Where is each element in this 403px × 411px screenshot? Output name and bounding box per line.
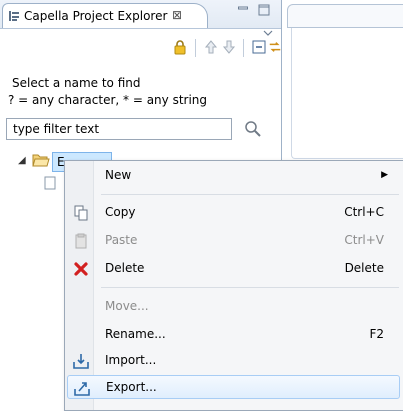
menu-item-shortcut: Delete — [344, 261, 384, 275]
export-icon — [74, 382, 90, 396]
filter-text-input[interactable]: type filter text — [6, 118, 232, 140]
menu-separator — [101, 287, 399, 288]
expand-arrow-icon[interactable]: ◢ — [18, 155, 26, 166]
menu-item-new[interactable]: New ▶ — [67, 164, 400, 188]
open-folder-icon — [32, 154, 50, 167]
editor-pane — [291, 28, 403, 159]
project-explorer-tab[interactable]: Capella Project Explorer ⊠ — [2, 3, 208, 28]
menu-item-shortcut: Ctrl+V — [344, 233, 384, 247]
project-explorer-icon — [9, 11, 19, 21]
menu-item-shortcut: Ctrl+C — [344, 205, 384, 219]
view-menu-icon[interactable] — [262, 28, 274, 38]
toolbar-separator — [243, 39, 244, 57]
link-with-editor-icon[interactable] — [268, 39, 282, 55]
context-menu: New ▶ Copy Ctrl+C Paste Ctrl+V Delete De… — [64, 160, 403, 411]
navigate-down-icon[interactable] — [221, 39, 237, 55]
toolbar-separator — [195, 39, 196, 57]
delete-icon — [74, 262, 88, 276]
menu-separator — [101, 194, 399, 195]
menu-item-copy[interactable]: Copy Ctrl+C — [67, 201, 400, 225]
submenu-arrow-icon: ▶ — [381, 170, 388, 180]
close-icon[interactable]: ⊠ — [172, 8, 182, 22]
menu-item-import[interactable]: Import... — [67, 349, 400, 373]
menu-item-rename[interactable]: Rename... F2 — [67, 323, 400, 347]
model-file-icon — [44, 176, 56, 190]
filter-legend: Select a name to find — [12, 76, 141, 90]
menu-item-shortcut: F2 — [369, 327, 384, 341]
menu-item-label: Rename... — [105, 327, 166, 341]
menu-item-label: New — [105, 168, 132, 182]
view-tab-strip: Capella Project Explorer ⊠ — [0, 0, 281, 29]
view-toolbar — [0, 28, 281, 68]
menu-item-label: Export... — [106, 380, 157, 394]
editor-tab-strip — [287, 4, 403, 28]
menu-item-label: Delete — [105, 261, 145, 275]
menu-item-label: Move... — [105, 299, 149, 313]
menu-item-label: Import... — [105, 353, 157, 367]
lock-icon[interactable] — [172, 39, 188, 55]
menu-item-export[interactable]: Export... — [67, 375, 400, 399]
collapse-all-icon[interactable] — [251, 39, 267, 55]
menu-item-delete[interactable]: Delete Delete — [67, 257, 400, 281]
menu-item-move[interactable]: Move... — [67, 295, 400, 319]
import-icon — [73, 354, 89, 369]
navigate-up-icon[interactable] — [203, 39, 219, 55]
menu-item-paste[interactable]: Paste Ctrl+V — [67, 229, 400, 253]
menu-item-label: Copy — [105, 205, 136, 219]
copy-icon — [74, 205, 88, 221]
paste-icon — [75, 233, 87, 249]
search-icon[interactable] — [244, 120, 262, 138]
filter-hint: ? = any character, * = any string — [8, 93, 208, 107]
view-title: Capella Project Explorer — [24, 9, 168, 23]
minimize-icon[interactable] — [238, 5, 248, 15]
menu-item-label: Paste — [105, 233, 138, 247]
maximize-icon[interactable] — [258, 4, 270, 16]
